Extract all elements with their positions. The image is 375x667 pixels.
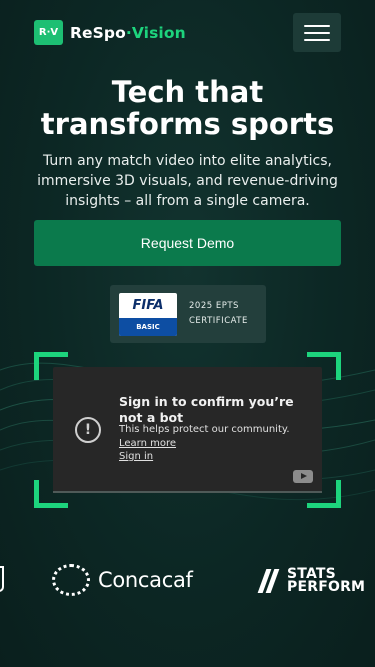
- hero-subtitle: Turn any match video into elite analytic…: [37, 153, 338, 209]
- logo-badge: R·V: [34, 20, 63, 45]
- info-icon: !: [75, 417, 101, 443]
- certificate-text: 2025 EPTS CERTIFICATE: [189, 299, 248, 329]
- stats-perform-wordmark: STATS PERFORM: [287, 567, 366, 595]
- menu-icon-bar: [304, 31, 330, 34]
- partner-logo-partial: [0, 566, 4, 592]
- menu-icon-bar: [304, 24, 330, 27]
- video-progress-bar: [53, 491, 322, 493]
- stats-line2: PERFORM: [287, 579, 366, 595]
- logo-wordmark: ReSpo·Vision: [70, 24, 186, 42]
- learn-more-link[interactable]: Learn more: [119, 438, 176, 449]
- hamburger-menu-button[interactable]: [293, 13, 341, 52]
- menu-icon-bar: [304, 38, 330, 41]
- request-demo-button[interactable]: Request Demo: [34, 220, 341, 266]
- hero-title-line1: Tech that: [111, 75, 264, 109]
- embedded-video-player[interactable]: ! Sign in to confirm you’re not a bot Th…: [53, 367, 322, 492]
- brand-logo[interactable]: R·V ReSpo·Vision: [34, 20, 186, 45]
- fifa-logo-text: FIFA: [132, 298, 164, 313]
- video-error-title: Sign in to confirm you’re not a bot: [119, 394, 294, 425]
- logo-name-part2: Vision: [131, 23, 186, 42]
- logo-name-part1: ReSpo: [70, 23, 126, 42]
- site-header: R·V ReSpo·Vision: [0, 0, 375, 62]
- fifa-logo: FIFA BASIC: [119, 293, 177, 336]
- concacaf-wordmark: Concacaf: [98, 568, 193, 592]
- stats-perform-mark-icon: [257, 569, 283, 593]
- concacaf-ring-icon: [52, 564, 90, 596]
- video-error-subtitle: This helps protect our community.: [119, 424, 290, 435]
- stats-perform-logo: STATS PERFORM: [257, 567, 366, 595]
- youtube-icon[interactable]: [293, 470, 313, 483]
- fifa-logo-level: BASIC: [119, 318, 177, 336]
- hero-title-line2: transforms sports: [40, 107, 335, 141]
- concacaf-logo: Concacaf: [52, 564, 193, 596]
- epts-certificate-badge: FIFA BASIC 2025 EPTS CERTIFICATE: [110, 285, 266, 343]
- hero-title: Tech that transforms sports: [0, 76, 375, 140]
- sign-in-link[interactable]: Sign in: [119, 451, 153, 462]
- certificate-line2: CERTIFICATE: [189, 316, 248, 326]
- certificate-line1: 2025 EPTS: [189, 301, 239, 311]
